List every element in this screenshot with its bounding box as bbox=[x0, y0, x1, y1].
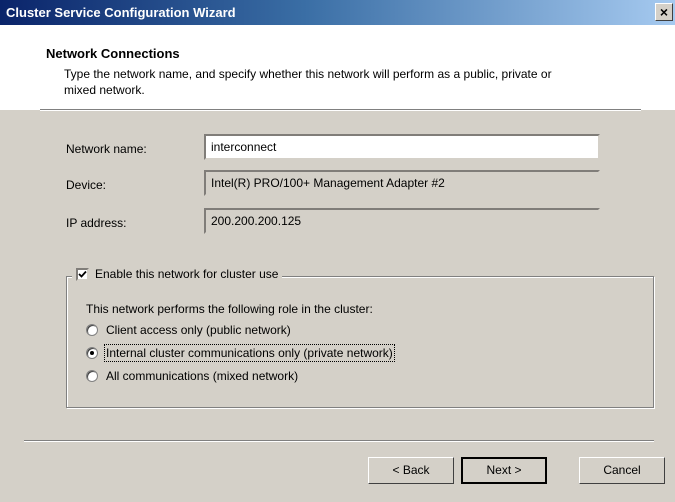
network-name-input[interactable]: interconnect bbox=[204, 134, 600, 160]
radio-button[interactable] bbox=[86, 370, 98, 382]
radio-label: All communications (mixed network) bbox=[106, 369, 299, 383]
window-title: Cluster Service Configuration Wizard bbox=[6, 5, 236, 20]
cluster-use-groupbox bbox=[66, 276, 654, 408]
page-title: Network Connections bbox=[46, 46, 180, 61]
network-name-label: Network name: bbox=[66, 142, 147, 156]
next-button[interactable]: Next > bbox=[461, 457, 547, 484]
close-icon: × bbox=[659, 4, 669, 20]
radio-button[interactable] bbox=[86, 347, 98, 359]
footer-separator bbox=[24, 440, 654, 442]
enable-cluster-checkbox[interactable] bbox=[76, 267, 89, 281]
close-button[interactable]: × bbox=[655, 3, 673, 21]
back-button[interactable]: < Back bbox=[368, 457, 454, 484]
check-icon bbox=[78, 270, 87, 278]
device-label: Device: bbox=[66, 178, 107, 192]
radio-button[interactable] bbox=[86, 324, 98, 336]
page-subtitle: Type the network name, and specify wheth… bbox=[64, 67, 552, 97]
radio-label: Client access only (public network) bbox=[106, 323, 291, 337]
cancel-button[interactable]: Cancel bbox=[579, 457, 665, 484]
device-field: Intel(R) PRO/100+ Management Adapter #2 bbox=[204, 170, 600, 196]
wizard-header: Network Connections Type the network nam… bbox=[0, 25, 675, 110]
role-prompt: This network performs the following role… bbox=[86, 302, 373, 316]
title-bar: Cluster Service Configuration Wizard × bbox=[0, 0, 675, 25]
ip-address-field: 200.200.200.125 bbox=[204, 208, 600, 234]
enable-cluster-label: Enable this network for cluster use bbox=[95, 267, 279, 281]
radio-label: Internal cluster communications only (pr… bbox=[104, 344, 395, 362]
enable-cluster-checkbox-row[interactable]: Enable this network for cluster use bbox=[72, 267, 283, 281]
header-separator bbox=[40, 109, 641, 111]
radio-selected-dot bbox=[90, 351, 94, 355]
radio-public[interactable]: Client access only (public network) bbox=[86, 323, 291, 337]
ip-address-label: IP address: bbox=[66, 216, 127, 230]
radio-private[interactable]: Internal cluster communications only (pr… bbox=[86, 344, 395, 362]
radio-mixed[interactable]: All communications (mixed network) bbox=[86, 369, 298, 383]
